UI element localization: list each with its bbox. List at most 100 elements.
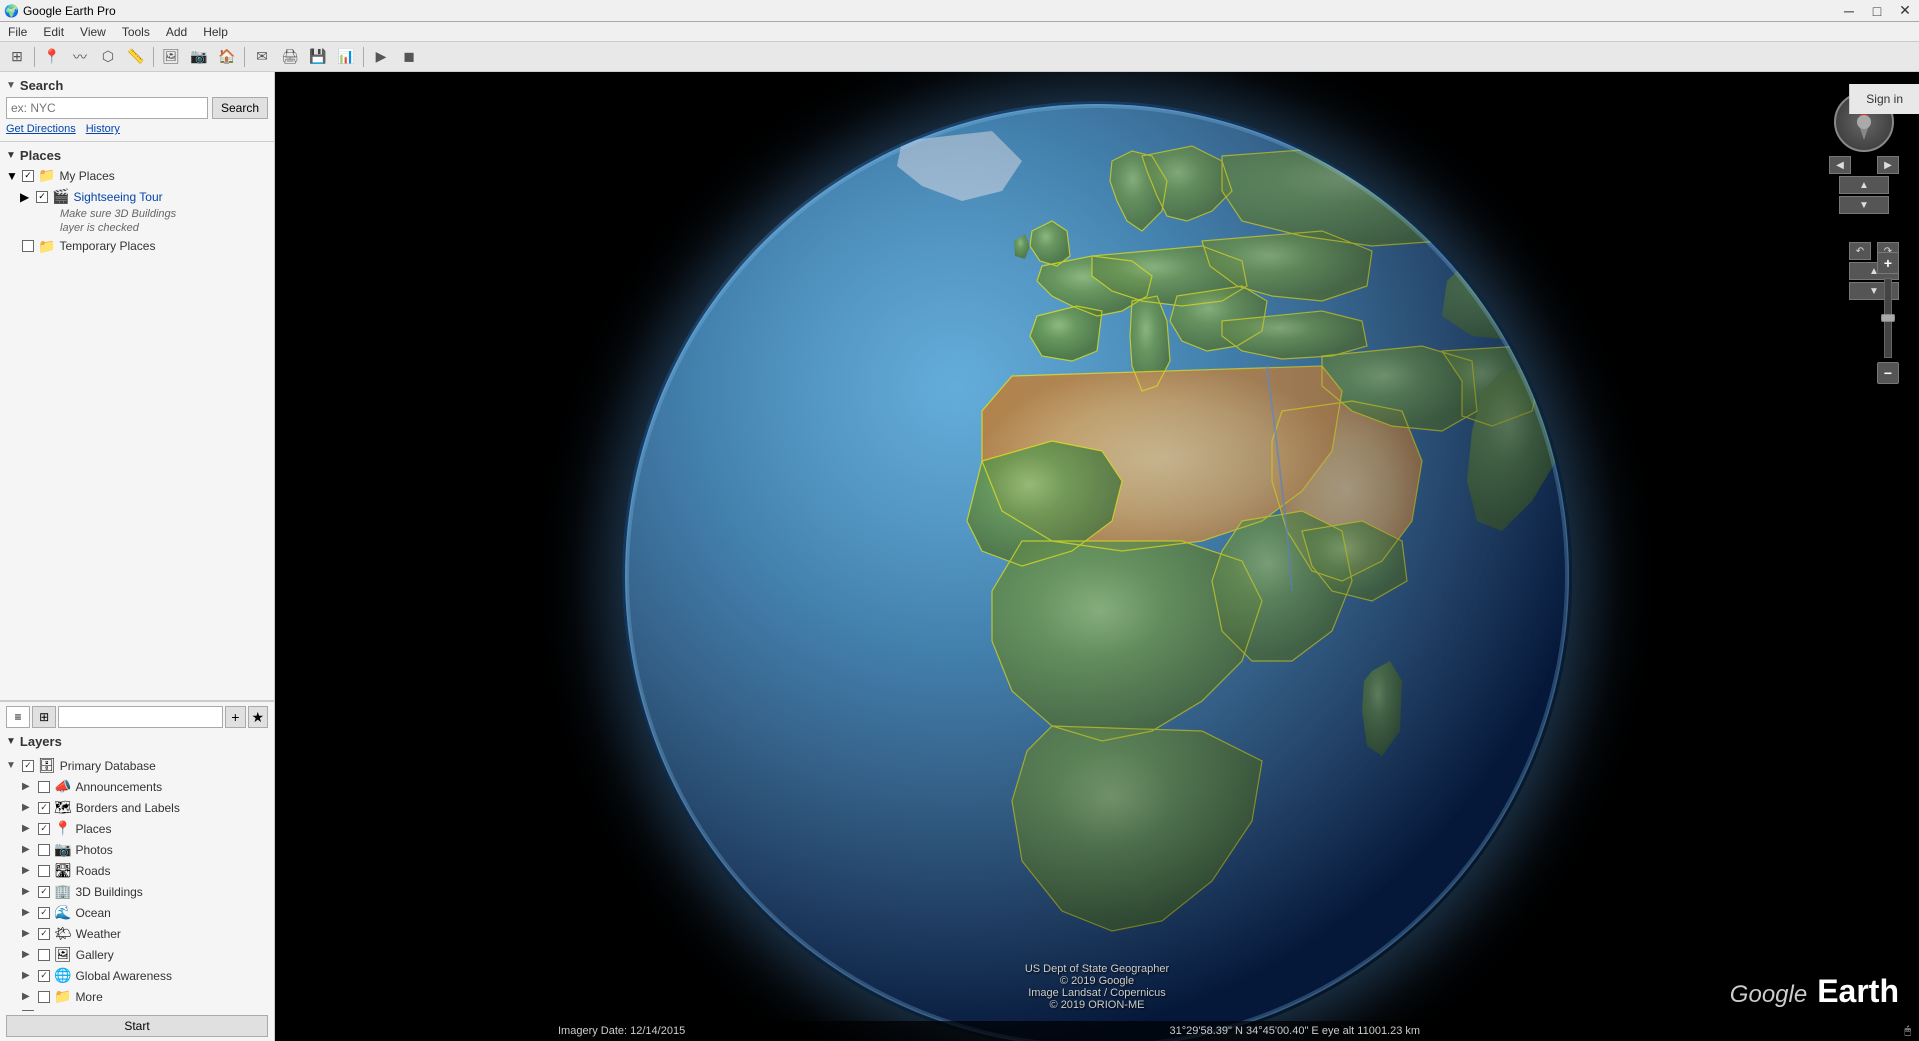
my-places-icon: 📁: [38, 167, 55, 184]
title-bar: 🌍 Google Earth Pro ─ □ ✕: [0, 0, 1919, 22]
zoom-control: + −: [1877, 252, 1899, 384]
my-places-item[interactable]: ▼ ✓ 📁 My Places: [0, 165, 274, 186]
layer-weather[interactable]: ▶ ✓ 🌤 Weather: [0, 923, 274, 944]
layer-global-awareness[interactable]: ▶ ✓ 🌐 Global Awareness: [0, 965, 274, 986]
layer-terrain[interactable]: ✓ Terrain: [0, 1007, 274, 1011]
close-button[interactable]: ✕: [1891, 0, 1919, 22]
pan-down-button[interactable]: ▼: [1839, 196, 1889, 214]
toolbar-placemark-btn[interactable]: 📍: [39, 45, 65, 69]
sign-in-button[interactable]: Sign in: [1849, 84, 1919, 114]
zoom-in-button[interactable]: +: [1877, 252, 1899, 274]
map-area[interactable]: N ◀ ▶ ▲ ▼ ↶ ↷ ▲ ▼ + −: [275, 72, 1919, 1041]
layer-primary-database[interactable]: ▼ ✓ 🗄 Primary Database: [0, 755, 274, 776]
globe: [622, 101, 1572, 1041]
pan-left-button[interactable]: ◀: [1829, 156, 1851, 174]
start-button[interactable]: Start: [6, 1015, 268, 1037]
minimize-button[interactable]: ─: [1835, 0, 1863, 22]
globe-svg: [622, 101, 1572, 1041]
layer-places[interactable]: ▶ ✓ 📍 Places: [0, 818, 274, 839]
rotate-left-button[interactable]: ↶: [1849, 242, 1871, 260]
places-tab-grid[interactable]: ⊞: [32, 706, 56, 728]
title-bar-title: Google Earth Pro: [23, 4, 116, 18]
menu-help[interactable]: Help: [195, 23, 236, 41]
layers-collapse-arrow: ▼: [6, 736, 16, 747]
temp-places-icon: 📁: [38, 238, 55, 255]
maximize-button[interactable]: □: [1863, 0, 1891, 22]
toolbar-sep2: [153, 47, 154, 67]
search-label: Search: [20, 78, 63, 93]
layer-3d-buildings[interactable]: ▶ ✓ 🏢 3D Buildings: [0, 881, 274, 902]
pan-arrows-vertical: ▲ ▼: [1829, 176, 1899, 214]
menu-edit[interactable]: Edit: [35, 23, 72, 41]
layer-announcements[interactable]: ▶ 📣 Announcements: [0, 776, 274, 797]
title-bar-left: 🌍 Google Earth Pro: [0, 4, 116, 18]
menu-file[interactable]: File: [0, 23, 35, 41]
layer-ocean[interactable]: ▶ ✓ 🌊 Ocean: [0, 902, 274, 923]
search-button[interactable]: Search: [212, 97, 268, 119]
toolbar-email-btn[interactable]: ✉: [249, 45, 275, 69]
search-links: Get Directions History: [6, 123, 268, 135]
pan-right-button[interactable]: ▶: [1877, 156, 1899, 174]
layer-borders-labels[interactable]: ▶ ✓ 🗺 Borders and Labels: [0, 797, 274, 818]
sun-highlight: [670, 148, 955, 386]
sightseeing-checkbox[interactable]: ✓: [36, 191, 48, 203]
get-directions-link[interactable]: Get Directions: [6, 123, 76, 135]
places-add-folder-btn[interactable]: +: [225, 706, 245, 728]
toolbar-stop-btn[interactable]: ◼: [396, 45, 422, 69]
toolbar: ⊞ 📍 〰 ⬡ 📏 🖼 📷 🏠 ✉ 🖨 💾 📊 ▶ ◼ Sign in: [0, 42, 1919, 72]
my-places-checkbox[interactable]: ✓: [22, 170, 34, 182]
pan-up-button[interactable]: ▲: [1839, 176, 1889, 194]
places-section: ▼ Places ▼ ✓ 📁 My Places ▶ ✓ 🎬 Sightseei…: [0, 142, 274, 701]
scroll-icon: 🖱: [1904, 1025, 1911, 1038]
toolbar-image-btn[interactable]: 🖼: [158, 45, 184, 69]
places-search-bar: ≡ ⊞ + ★: [0, 701, 274, 732]
places-search-input[interactable]: [58, 706, 223, 728]
sightseeing-tour-label[interactable]: Sightseeing Tour: [73, 190, 162, 204]
places-tab-list[interactable]: ≡: [6, 706, 30, 728]
toolbar-polygon-btn[interactable]: ⬡: [95, 45, 121, 69]
layers-label: Layers: [20, 734, 62, 749]
places-collapse-arrow: ▼: [6, 150, 16, 161]
toolbar-model-btn[interactable]: 🏠: [214, 45, 240, 69]
app-icon: 🌍: [4, 4, 19, 18]
layer-more[interactable]: ▶ 📁 More: [0, 986, 274, 1007]
temp-places-label: Temporary Places: [59, 239, 155, 253]
menu-view[interactable]: View: [72, 23, 114, 41]
pan-arrows-horizontal: ◀ ▶: [1829, 156, 1899, 174]
history-link[interactable]: History: [86, 123, 120, 135]
menu-add[interactable]: Add: [158, 23, 195, 41]
status-bar: Imagery Date: 12/14/2015 31°29'58.39" N …: [550, 1021, 1919, 1041]
search-row: Search: [6, 97, 268, 119]
toolbar-view-btn[interactable]: ⊞: [4, 45, 30, 69]
layer-photos[interactable]: ▶ 📷 Photos: [0, 839, 274, 860]
menu-bar: File Edit View Tools Add Help: [0, 22, 1919, 42]
coordinates-display: 31°29'58.39" N 34°45'00.40" E eye alt 11…: [1170, 1025, 1421, 1037]
zoom-thumb[interactable]: [1881, 314, 1895, 322]
layer-gallery[interactable]: ▶ 🖼 Gallery: [0, 944, 274, 965]
toolbar-path-btn[interactable]: 〰: [67, 45, 93, 69]
toolbar-measure-btn[interactable]: 📏: [123, 45, 149, 69]
sightseeing-tour-item[interactable]: ▶ ✓ 🎬 Sightseeing Tour: [0, 186, 274, 207]
toolbar-save-btn[interactable]: 💾: [305, 45, 331, 69]
toolbar-movie-btn[interactable]: 📊: [333, 45, 359, 69]
title-bar-controls: ─ □ ✕: [1835, 0, 1919, 22]
toolbar-sep1: [34, 47, 35, 67]
search-input[interactable]: [6, 97, 208, 119]
menu-tools[interactable]: Tools: [114, 23, 158, 41]
globe-container: [622, 101, 1572, 1041]
temp-places-checkbox[interactable]: [22, 240, 34, 252]
toolbar-play-btn[interactable]: ▶: [368, 45, 394, 69]
sightseeing-note: Make sure 3D Buildingslayer is checked: [0, 207, 274, 236]
layers-section-header[interactable]: ▼ Layers: [0, 732, 274, 751]
toolbar-print-btn[interactable]: 🖨: [277, 45, 303, 69]
search-section-header[interactable]: ▼ Search: [6, 78, 268, 93]
zoom-out-button[interactable]: −: [1877, 362, 1899, 384]
temporary-places-item[interactable]: 📁 Temporary Places: [0, 236, 274, 257]
places-section-header[interactable]: ▼ Places: [0, 146, 274, 165]
layer-roads[interactable]: ▶ 🛣 Roads: [0, 860, 274, 881]
zoom-slider[interactable]: [1884, 278, 1892, 358]
my-places-label: My Places: [59, 169, 114, 183]
places-add-btn[interactable]: ★: [248, 706, 268, 728]
search-section: ▼ Search Search Get Directions History: [0, 72, 274, 142]
toolbar-photo-btn[interactable]: 📷: [186, 45, 212, 69]
